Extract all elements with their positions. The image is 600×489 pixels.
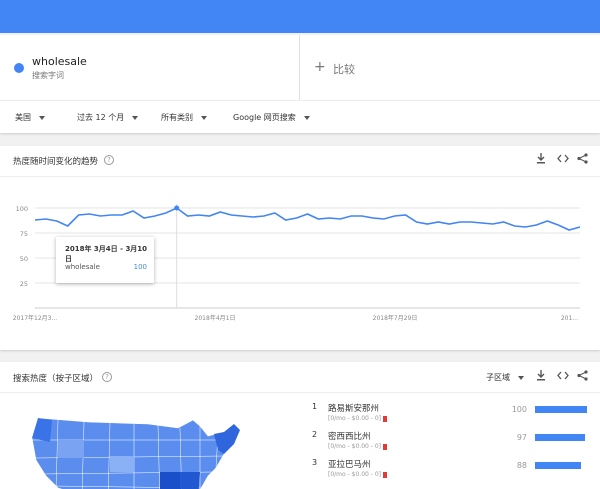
region-card-title: 搜索热度（按子区域） [13,374,99,384]
chevron-down-icon [518,375,524,380]
warning-icon [383,471,387,478]
compare-label[interactable]: 比较 [333,61,355,77]
hover-point [174,205,180,211]
help-icon[interactable]: ? [104,155,114,165]
region-sub-info: [0/mo - $0.00 - 0] [328,471,387,478]
us-choropleth-map[interactable] [28,410,248,489]
x-tick-label: 2018年7月29日 [373,314,418,322]
card-divider [0,176,600,177]
tooltip-term: wholesale [65,263,100,271]
filter-time[interactable]: 过去 12 个月 [77,112,139,123]
region-bar [535,406,587,413]
region-name[interactable]: 亚拉巴马州 [328,458,371,470]
card-divider [0,392,600,393]
trend-card-title: 热度随时间变化的趋势 [13,157,99,167]
download-icon[interactable] [536,370,546,384]
trend-line [34,207,581,231]
y-tick-label: 75 [20,230,28,238]
download-icon[interactable] [536,153,546,167]
region-value: 88 [516,461,527,470]
filter-bar: 美国 过去 12 个月 所有类别 Google 网页搜索 [0,100,600,133]
region-bar [535,434,586,441]
y-tick-label: 25 [20,280,28,288]
chevron-down-icon [303,115,310,120]
region-sub-text: [0/mo - $0.00 - 0] [328,471,381,478]
state-shape [58,440,84,458]
y-tick-label: 100 [16,205,28,213]
search-term-box[interactable]: wholesale 搜索字词 [0,35,300,100]
filter-search-type-label: Google 网页搜索 [233,113,296,122]
region-ranking-row[interactable]: 3 亚拉巴马州 [0/mo - $0.00 - 0] 88 [312,458,600,484]
region-value: 100 [511,405,527,414]
rank-number: 2 [312,430,318,439]
state-shape [160,472,181,489]
region-name[interactable]: 路易斯安那州 [328,402,379,414]
state-shape [32,418,52,442]
region-value: 97 [516,433,527,442]
chevron-down-icon [201,115,207,120]
region-level-label: 子区域 [486,373,510,382]
state-shape [214,424,240,454]
chevron-down-icon [132,115,139,120]
region-sub-info: [0/mo - $0.00 - 0] [328,443,387,450]
compare-box[interactable]: + 比较 [300,35,600,100]
term-type: 搜索字词 [32,71,64,80]
warning-icon [383,443,387,450]
region-card: 搜索热度（按子区域） ? 子区域 1 路易斯安那州 [0/mo - $0.00 … [0,362,600,489]
filter-region-label: 美国 [15,113,31,122]
region-ranking-row[interactable]: 2 密西西比州 [0/mo - $0.00 - 0] 97 [312,430,600,456]
region-sub-info: [0/mo - $0.00 - 0] [328,415,387,422]
filter-category-label: 所有类别 [161,113,193,122]
x-tick-label: 2017年12月3... [13,314,58,322]
top-app-bar [0,0,600,33]
share-icon[interactable] [577,153,588,167]
embed-icon[interactable] [557,371,569,383]
rank-number: 1 [312,402,318,411]
rank-number: 3 [312,458,318,467]
share-icon[interactable] [577,370,588,384]
plus-icon: + [314,59,326,75]
state-shape [180,472,200,489]
term-name[interactable]: wholesale [32,55,87,68]
chart-tooltip: 2018年 3月4日 - 3月10日 wholesale 100 [56,237,154,283]
filter-search-type[interactable]: Google 网页搜索 [233,112,310,123]
chevron-down-icon [39,115,45,120]
region-name[interactable]: 密西西比州 [328,430,371,442]
warning-icon [383,415,387,422]
region-sub-text: [0/mo - $0.00 - 0] [328,415,381,422]
y-tick-label: 50 [20,255,28,263]
state-shape [110,456,134,472]
search-term-card: wholesale 搜索字词 + 比较 [0,35,600,100]
region-bar [535,462,581,469]
filter-region[interactable]: 美国 [15,112,45,123]
help-icon[interactable]: ? [102,372,112,382]
x-tick-label: 2018年4月1日 [195,314,236,322]
filter-category[interactable]: 所有类别 [161,112,207,123]
region-ranking-row[interactable]: 1 路易斯安那州 [0/mo - $0.00 - 0] 100 [312,402,600,428]
region-sub-text: [0/mo - $0.00 - 0] [328,443,381,450]
region-level-dropdown[interactable]: 子区域 [486,372,524,383]
filter-time-label: 过去 12 个月 [77,113,125,122]
term-color-dot [14,63,24,73]
tooltip-date: 2018年 3月4日 - 3月10日 [65,245,148,263]
tooltip-value: 100 [133,263,147,271]
embed-icon[interactable] [557,154,569,166]
x-tick-label: 201... [561,315,578,322]
